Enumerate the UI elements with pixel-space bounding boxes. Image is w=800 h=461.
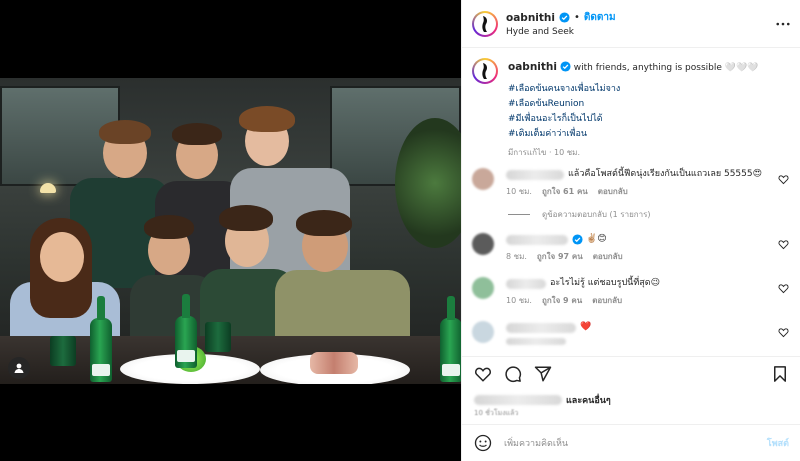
- heart-icon[interactable]: [778, 174, 789, 185]
- post-photo[interactable]: [0, 78, 461, 384]
- likes-summary[interactable]: และคนอื่นๆ: [474, 393, 789, 407]
- post-button[interactable]: โพสต์: [767, 436, 789, 450]
- lamp: [40, 183, 56, 193]
- reply-button[interactable]: ตอบกลับ: [592, 294, 622, 307]
- hashtag-link[interactable]: #เติมเต็มค่าว่าเพื่อน: [508, 127, 758, 142]
- likes-suffix: และคนอื่นๆ: [566, 396, 611, 406]
- comment-item: ❤️: [462, 321, 800, 345]
- blurred-liker: [474, 395, 562, 405]
- comment-list[interactable]: แล้วคือโพสต์นี้ฟีดนุ่งเรียงกันเป็นแถวเลย…: [462, 162, 800, 355]
- logo-icon: [482, 15, 487, 32]
- blurred-meta: [506, 338, 566, 345]
- separator-dot: •: [573, 12, 580, 23]
- comment-likes[interactable]: ถูกใจ 9 คน: [542, 294, 582, 307]
- more-horizontal-icon[interactable]: [774, 15, 792, 33]
- post-header: oabnithi • ติดตาม Hyde and Seek: [462, 0, 800, 48]
- avatar[interactable]: [472, 10, 498, 37]
- comment-likes[interactable]: ถูกใจ 97 คน: [537, 250, 583, 263]
- hashtag-link[interactable]: #เลือดข้นคนจางเพื่อนไม่จาง: [508, 82, 758, 97]
- heart-icon[interactable]: [778, 327, 789, 338]
- comment-text: แล้วคือโพสต์นี้ฟีดนุ่งเรียงกันเป็นแถวเลย…: [568, 169, 762, 179]
- reply-button[interactable]: ตอบกลับ: [598, 185, 628, 198]
- bottle: [440, 296, 461, 382]
- background-plant: [395, 118, 461, 248]
- comment-text: ✌🏼😊: [586, 234, 607, 244]
- comment-time[interactable]: 10 ชม.: [506, 294, 532, 307]
- post-side-panel: oabnithi • ติดตาม Hyde and Seek oabnithi…: [461, 0, 800, 461]
- post-date: 10 ชั่วโมงแล้ว: [474, 409, 519, 417]
- heart-icon[interactable]: [778, 283, 789, 294]
- view-replies-button[interactable]: ดูข้อความตอบกลับ (1 รายการ): [508, 208, 800, 221]
- blurred-username: [506, 169, 564, 180]
- bottle: [90, 296, 112, 382]
- comment-item: ✌🏼😊 8 ชม. ถูกใจ 97 คน ตอบกลับ: [462, 233, 800, 263]
- bookmark-icon[interactable]: [771, 365, 789, 383]
- heart-icon[interactable]: [778, 239, 789, 250]
- comment-likes[interactable]: ถูกใจ 61 คน: [542, 185, 588, 198]
- verified-badge-icon: [572, 234, 583, 245]
- commenter-avatar[interactable]: [472, 233, 494, 255]
- bottle: [175, 294, 197, 368]
- glass: [50, 336, 76, 366]
- send-icon[interactable]: [534, 365, 552, 383]
- username[interactable]: oabnithi: [506, 12, 555, 24]
- emoji-icon[interactable]: [474, 434, 492, 452]
- comment-text: อะไรไม่รู้ แต่ชอบรูปนี้ที่สุด😉: [550, 278, 660, 288]
- follow-button[interactable]: ติดตาม: [584, 10, 616, 25]
- caption-meta: มีการแก้ไข · 10 ชม.: [508, 148, 580, 157]
- post-media[interactable]: [0, 0, 461, 461]
- hashtag-link[interactable]: #มีเพื่อนอะไรก็เป็นไปได้: [508, 112, 758, 127]
- heart-icon[interactable]: [474, 365, 492, 383]
- comment-item: อะไรไม่รู้ แต่ชอบรูปนี้ที่สุด😉 10 ชม. ถู…: [462, 277, 800, 307]
- user-tag-icon[interactable]: [8, 357, 30, 379]
- verified-badge-icon: [559, 12, 570, 23]
- caption-username[interactable]: oabnithi: [508, 61, 557, 73]
- avatar[interactable]: [472, 58, 498, 84]
- comment-text: ❤️: [580, 322, 592, 332]
- comment-time[interactable]: 10 ชม.: [506, 185, 532, 198]
- blurred-username: [506, 234, 568, 245]
- post-actions: และคนอื่นๆ 10 ชั่วโมงแล้ว: [462, 356, 800, 419]
- add-comment-bar: เพิ่มความคิดเห็น โพสต์: [462, 424, 800, 461]
- commenter-avatar[interactable]: [472, 321, 494, 343]
- glass: [205, 322, 231, 352]
- reply-button[interactable]: ตอบกลับ: [593, 250, 623, 263]
- audio-label[interactable]: Hyde and Seek: [506, 27, 774, 37]
- comment-icon[interactable]: [504, 365, 522, 383]
- verified-badge-icon: [560, 61, 571, 72]
- food: [310, 352, 358, 374]
- post-caption: oabnithi with friends, anything is possi…: [462, 48, 800, 160]
- commenter-avatar[interactable]: [472, 277, 494, 299]
- blurred-username: [506, 278, 546, 289]
- commenter-avatar[interactable]: [472, 168, 494, 190]
- logo-icon: [482, 63, 487, 79]
- comment-item: แล้วคือโพสต์นี้ฟีดนุ่งเรียงกันเป็นแถวเลย…: [462, 168, 800, 198]
- comment-time[interactable]: 8 ชม.: [506, 250, 527, 263]
- comment-input[interactable]: เพิ่มความคิดเห็น: [504, 436, 767, 450]
- hashtag-link[interactable]: #เลือดข้นReunion: [508, 97, 758, 112]
- blurred-username: [506, 322, 576, 333]
- caption-text: with friends, anything is possible 🤍🤍🤍: [573, 63, 759, 73]
